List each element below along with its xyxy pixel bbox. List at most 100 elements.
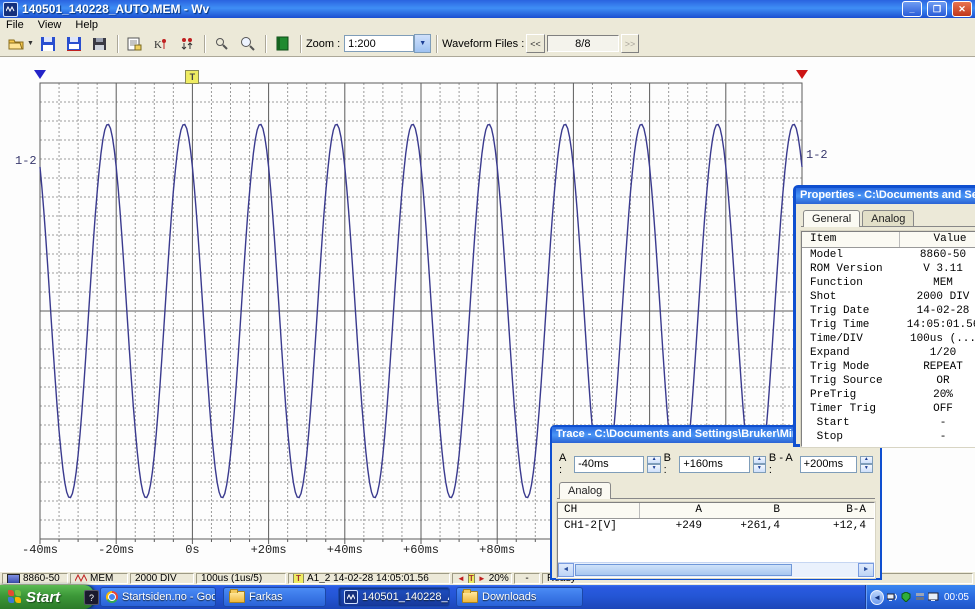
trace-cell: CH1-2[V] [558, 519, 640, 533]
scroll-left-icon[interactable]: ◄ [558, 563, 574, 577]
properties-row[interactable]: Model8860-50 [802, 248, 975, 262]
prop-item: Timer Trig [802, 402, 900, 416]
col-ba[interactable]: B-A [780, 503, 874, 518]
cursor-a-input[interactable]: -40ms [574, 456, 644, 473]
cursor-ba-spinner[interactable]: ▲▼ [860, 456, 873, 473]
display-icon[interactable] [928, 592, 939, 603]
cursor-b-spinner[interactable]: ▲▼ [753, 456, 766, 473]
zoom-out-button[interactable] [210, 33, 234, 55]
disk-icon [92, 37, 107, 51]
combo-dropdown-icon[interactable]: ▼ [414, 34, 431, 53]
toolbar-separator [265, 35, 266, 53]
properties-row[interactable]: PreTrig20% [802, 388, 975, 402]
arrow-left-icon: ◄ [457, 574, 465, 583]
properties-row[interactable]: FunctionMEM [802, 276, 975, 290]
cursor-a-marker[interactable] [34, 70, 46, 79]
scroll-right-icon[interactable]: ► [858, 563, 874, 577]
properties-window[interactable]: Properties - C:\Documents and Settings\B… [793, 185, 975, 447]
properties-row[interactable]: Trig SourceOR [802, 374, 975, 388]
properties-row[interactable]: Timer TrigOFF [802, 402, 975, 416]
prop-item: PreTrig [802, 388, 900, 402]
tray-chevron-icon[interactable]: ◄ [870, 590, 884, 605]
prev-file-button[interactable]: << [526, 34, 545, 53]
trace-icon: K [153, 37, 168, 51]
properties-row[interactable]: Stop- [802, 430, 975, 444]
col-value[interactable]: Value [900, 232, 975, 247]
file-counter: 8/8 [547, 35, 619, 52]
properties-row[interactable]: ROM VersionV 3.11 [802, 262, 975, 276]
open-dropdown-icon[interactable]: ▼ [27, 40, 34, 47]
trace-button[interactable]: K [149, 33, 173, 55]
save-all-button[interactable] [88, 33, 112, 55]
zoom-in-button[interactable] [236, 33, 260, 55]
next-file-button[interactable]: >> [621, 34, 640, 53]
start-label: Start [26, 589, 60, 606]
properties-row[interactable]: Shot2000 DIV [802, 290, 975, 304]
cursor-a-spinner[interactable]: ▲▼ [647, 456, 660, 473]
menu-bar: File View Help [0, 18, 975, 31]
properties-window-titlebar[interactable]: Properties - C:\Documents and Settings\B [796, 188, 975, 204]
prop-item: Trig Time [802, 318, 900, 332]
prop-item: Start [802, 416, 900, 430]
zoom-combo[interactable]: 1:200 ▼ [344, 34, 431, 53]
zoom-in-icon [240, 36, 255, 51]
save-button[interactable] [36, 33, 60, 55]
antivirus-icon[interactable] [901, 592, 911, 603]
zoom-combo-value[interactable]: 1:200 [344, 35, 414, 52]
restore-button[interactable]: ❐ [927, 1, 947, 17]
network-icon[interactable] [887, 592, 898, 603]
trace-hscrollbar[interactable]: ◄ ► [558, 562, 874, 577]
menu-view[interactable]: View [38, 19, 62, 31]
tab-analog[interactable]: Analog [862, 210, 914, 226]
cursor-marker-button[interactable] [175, 33, 199, 55]
cursor-b-marker[interactable] [796, 70, 808, 79]
start-button[interactable]: Start [0, 585, 94, 609]
status-pretrig: ◄T► 20% [452, 573, 512, 584]
cursor-ba-input[interactable]: +200ms [800, 456, 857, 473]
svg-text:K: K [154, 39, 162, 51]
save-as-button[interactable] [62, 33, 86, 55]
help-book-button[interactable] [271, 33, 295, 55]
col-b[interactable]: B [702, 503, 780, 518]
scroll-track[interactable] [793, 563, 858, 577]
taskbar-item-folder-farkas[interactable]: Farkas [223, 587, 326, 607]
prop-item: Time/DIV [802, 332, 900, 346]
x-tick-label: +20ms [251, 543, 287, 557]
cursor-b-input[interactable]: +160ms [679, 456, 749, 473]
taskbar-item-browser[interactable]: Startsiden.no - Googl... [100, 587, 216, 607]
properties-row[interactable]: Trig Time14:05:01.56 [802, 318, 975, 332]
tab-analog[interactable]: Analog [559, 482, 611, 499]
prop-item: Function [802, 276, 900, 290]
close-button[interactable]: ✕ [952, 1, 972, 17]
tab-general[interactable]: General [803, 210, 860, 227]
taskbar-item-folder-downloads[interactable]: Downloads [456, 587, 583, 607]
windows-flag-icon [8, 590, 22, 604]
properties-row[interactable]: Trig ModeREPEAT [802, 360, 975, 374]
layers-icon[interactable] [915, 592, 925, 603]
minimize-button[interactable]: _ [902, 1, 922, 17]
status-shot: 2000 DIV [130, 573, 194, 584]
channel-label-left: 1-2 [15, 154, 37, 168]
waveform-icon [75, 574, 87, 583]
trace-row[interactable]: CH1-2[V]+249+261,4+12,4 [558, 519, 874, 533]
spin-down-icon: ▼ [860, 464, 873, 473]
col-item[interactable]: Item [802, 232, 900, 247]
trigger-marker[interactable]: T [185, 70, 199, 84]
col-a[interactable]: A [640, 503, 702, 518]
col-ch[interactable]: CH [558, 503, 640, 518]
quicklaunch-icon[interactable]: ? [84, 590, 99, 605]
prop-value: 14-02-28 [900, 304, 975, 318]
app-icon[interactable] [3, 2, 18, 17]
properties-row[interactable]: Expand1/20 [802, 346, 975, 360]
taskbar-item-wv-active[interactable]: 140501_140228_AUT... [338, 587, 450, 607]
properties-row[interactable]: Start- [802, 416, 975, 430]
menu-file[interactable]: File [6, 19, 24, 31]
menu-help[interactable]: Help [75, 19, 98, 31]
x-tick-label: -40ms [22, 543, 58, 557]
open-file-button[interactable] [4, 33, 28, 55]
properties-row[interactable]: Trig Date14-02-28 [802, 304, 975, 318]
properties-row[interactable]: Time/DIV100us (... [802, 332, 975, 346]
scroll-thumb[interactable] [575, 564, 792, 576]
properties-button[interactable] [123, 33, 147, 55]
trace-cell: +12,4 [780, 519, 874, 533]
